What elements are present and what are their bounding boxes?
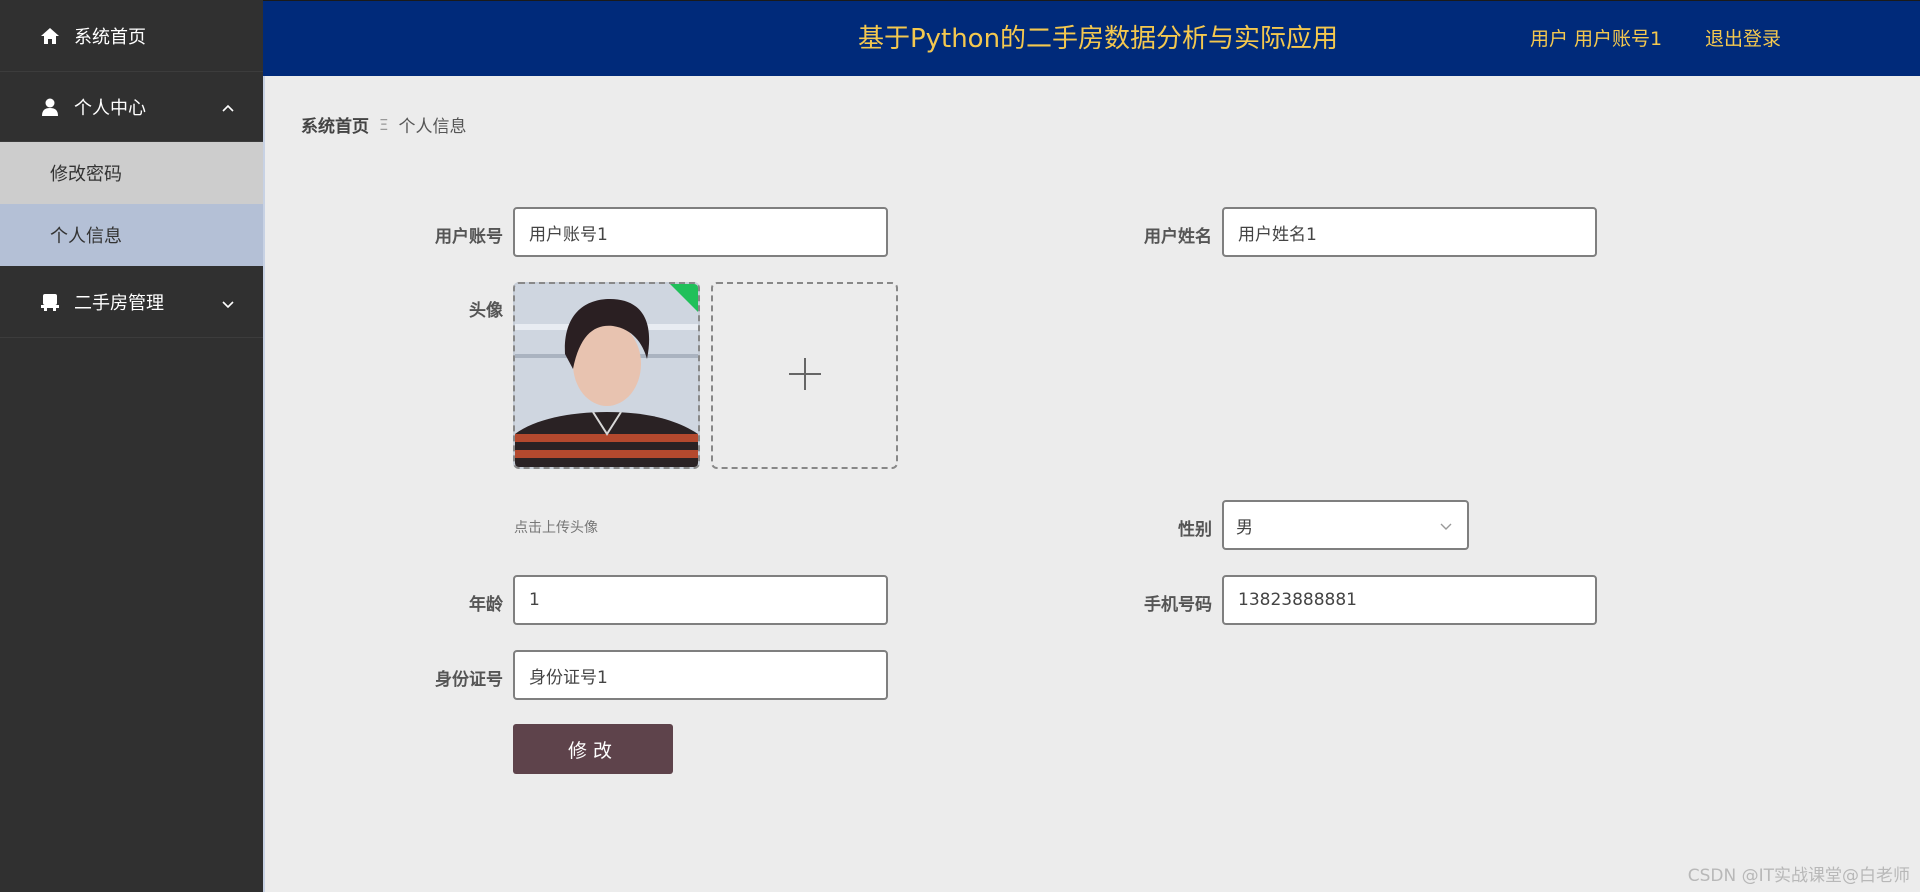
sidebar-item-home[interactable]: 系统首页 — [0, 0, 263, 72]
gender-label: 性别 — [1178, 520, 1212, 540]
avatar-hint: 点击上传头像 — [514, 520, 598, 536]
plus-icon — [787, 356, 823, 396]
submit-button[interactable]: 修改 — [513, 724, 673, 774]
avatar-label: 头像 — [469, 301, 503, 321]
breadcrumb: 系统首页 Ξ 个人信息 — [301, 112, 467, 138]
phone-label: 手机号码 — [1144, 595, 1212, 615]
house-icon — [40, 292, 60, 312]
sidebar-subitem-personal-info[interactable]: 个人信息 — [0, 204, 263, 266]
age-label: 年龄 — [469, 595, 503, 615]
logout-link[interactable]: 退出登录 — [1705, 1, 1781, 77]
watermark: CSDN @IT实战课堂@白老师 — [1687, 866, 1910, 886]
main-content: 系统首页 Ξ 个人信息 用户账号 用户账号1 用户姓名 用户姓名1 头像 点击上… — [263, 76, 1920, 892]
chevron-down-icon — [1439, 518, 1453, 532]
avatar-image[interactable] — [513, 282, 700, 469]
breadcrumb-separator: Ξ — [379, 115, 389, 134]
avatar-upload-button[interactable] — [711, 282, 898, 469]
sidebar-item-personal-center[interactable]: 个人中心 — [0, 72, 263, 142]
breadcrumb-current: 个人信息 — [398, 117, 467, 137]
account-input[interactable]: 用户账号1 — [513, 207, 888, 257]
current-user: 用户 用户账号1 — [1530, 28, 1663, 50]
id-number-input[interactable]: 身份证号1 — [513, 650, 888, 700]
chevron-up-icon — [221, 100, 235, 114]
sidebar-item-label: 个人中心 — [74, 97, 146, 119]
sidebar-item-house-management[interactable]: 二手房管理 — [0, 266, 263, 338]
sidebar-item-label: 系统首页 — [74, 26, 146, 48]
gender-select[interactable]: 男 — [1222, 500, 1469, 550]
sidebar-item-label: 二手房管理 — [74, 292, 164, 314]
gender-value: 男 — [1236, 517, 1253, 538]
sidebar: 系统首页 个人中心 修改密码 个人信息 二手房管理 — [0, 0, 263, 892]
name-label: 用户姓名 — [1144, 227, 1212, 247]
chevron-down-icon — [221, 295, 235, 309]
sidebar-subitem-label: 个人信息 — [50, 226, 122, 247]
age-input[interactable]: 1 — [513, 575, 888, 625]
account-label: 用户账号 — [435, 227, 503, 247]
name-input[interactable]: 用户姓名1 — [1222, 207, 1597, 257]
breadcrumb-home[interactable]: 系统首页 — [301, 112, 369, 137]
user-icon — [40, 97, 60, 117]
sidebar-subitem-change-password[interactable]: 修改密码 — [0, 142, 263, 204]
app-title: 基于Python的二手房数据分析与实际应用 — [857, 24, 1339, 54]
phone-input[interactable]: 13823888881 — [1222, 575, 1597, 625]
top-header: 基于Python的二手房数据分析与实际应用 用户 用户账号1 退出登录 — [263, 0, 1920, 76]
sidebar-subitem-label: 修改密码 — [50, 164, 122, 185]
home-icon — [40, 26, 60, 46]
id-number-label: 身份证号 — [435, 670, 503, 690]
